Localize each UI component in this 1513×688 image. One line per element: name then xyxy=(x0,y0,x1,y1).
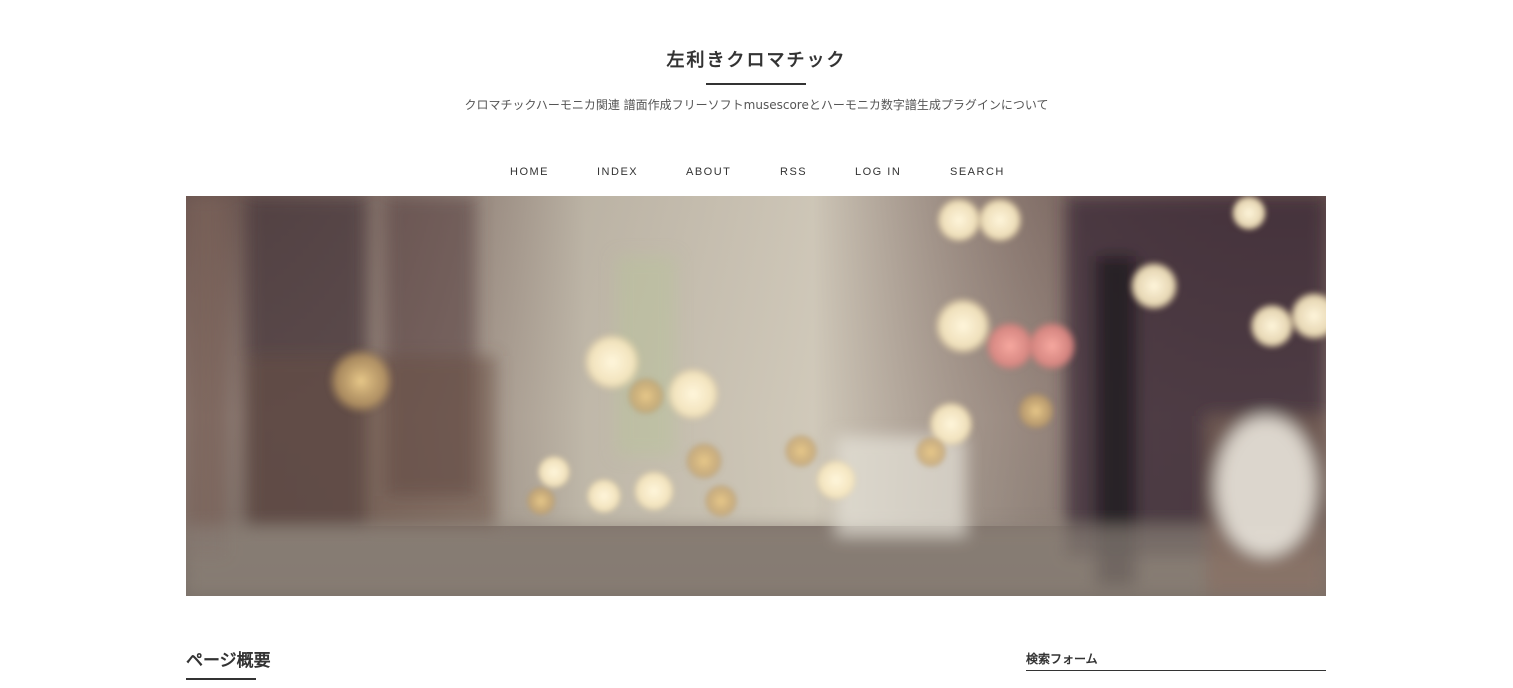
sidebar-widget-underline xyxy=(1026,670,1326,671)
header-image xyxy=(186,196,1326,596)
site-title[interactable]: 左利きクロマチック xyxy=(0,46,1513,72)
nav-index[interactable]: INDEX xyxy=(597,166,638,178)
page: 左利きクロマチック クロマチックハーモニカ関連 譜面作成フリーソフトmusesc… xyxy=(0,0,1513,688)
nav-login[interactable]: LOG IN xyxy=(855,166,901,178)
blurred-street-photo xyxy=(186,196,1326,596)
nav-about[interactable]: ABOUT xyxy=(686,166,731,178)
section-title-underline xyxy=(186,678,256,680)
nav-rss[interactable]: RSS xyxy=(780,166,807,178)
global-nav: HOME INDEX ABOUT RSS LOG IN SEARCH xyxy=(0,166,1513,184)
nav-search[interactable]: SEARCH xyxy=(950,166,1005,178)
sidebar-widget-title: 検索フォーム xyxy=(1026,652,1098,666)
section-title: ページ概要 xyxy=(186,651,271,671)
nav-home[interactable]: HOME xyxy=(510,166,549,178)
title-underline xyxy=(706,83,806,85)
site-description: クロマチックハーモニカ関連 譜面作成フリーソフトmusescoreとハーモニカ数… xyxy=(464,98,1049,112)
